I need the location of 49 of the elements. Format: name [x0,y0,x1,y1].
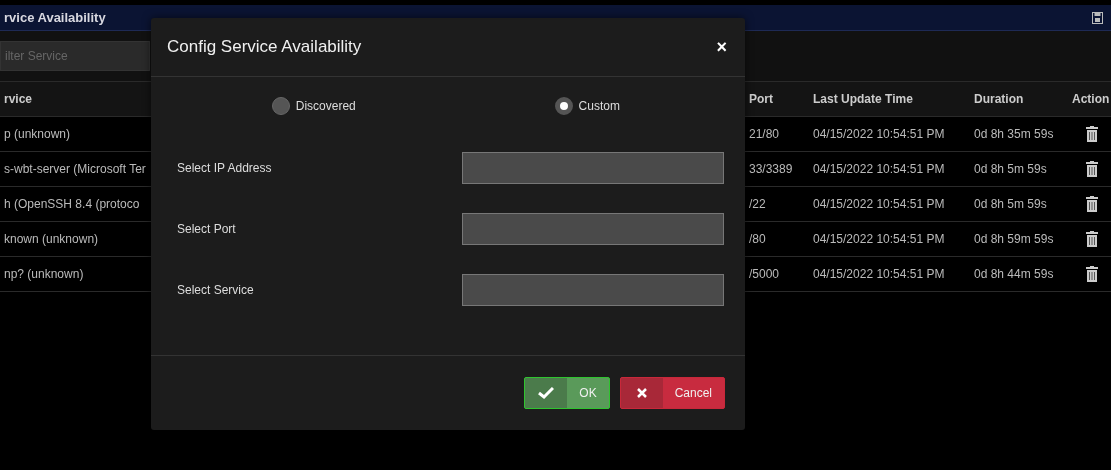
table-cell: h (OpenSSH 8.4 (protoco [4,197,140,211]
table-cell: 04/15/2022 10:54:51 PM [813,127,945,141]
column-header: Port [745,81,809,117]
field-label: Select IP Address [177,160,272,175]
trash-icon[interactable] [1086,266,1098,282]
table-cell: 0d 8h 35m 59s [974,127,1054,141]
column-header: Duration [970,81,1068,117]
radio-label: Custom [578,99,620,113]
table-cell: 04/15/2022 10:54:51 PM [813,162,945,176]
table-cell: known (unknown) [4,232,99,246]
table-cell: 04/15/2022 10:54:51 PM [813,232,945,246]
table-cell: 21/80 [749,127,780,141]
close-button[interactable]: × [714,36,729,58]
trash-icon[interactable] [1086,196,1098,212]
table-cell: 04/15/2022 10:54:51 PM [813,197,945,211]
trash-icon[interactable] [1086,161,1098,177]
table-cell: 0d 8h 44m 59s [974,267,1054,281]
table-cell: /5000 [749,267,780,281]
table-cell: np? (unknown) [4,267,84,281]
radio-button[interactable] [554,97,573,115]
table-cell: s-wbt-server (Microsoft Ter [4,162,146,176]
trash-icon[interactable] [1086,126,1098,142]
column-header: Last Update Time [809,81,970,117]
radio-button[interactable] [271,97,290,115]
check-icon [538,387,555,399]
table-cell: 0d 8h 59m 59s [974,232,1054,246]
table-cell: 0d 8h 5m 59s [974,162,1047,176]
save-icon[interactable] [1092,11,1103,24]
table-cell: 33/3389 [749,162,793,176]
field-label: Select Port [177,221,236,236]
table-cell: /22 [749,197,766,211]
table-cell: p (unknown) [4,127,71,141]
input-field[interactable] [462,151,724,184]
input-field[interactable] [462,273,724,306]
ok-button[interactable]: OK [524,377,610,409]
cancel-button[interactable]: Cancel [619,377,725,409]
table-cell: /80 [749,232,766,246]
column-header: rvice [0,81,151,117]
trash-icon[interactable] [1086,231,1098,247]
dialog-title: Config Service Availability [167,37,362,57]
column-header: Action [1068,81,1111,117]
filter-field[interactable]: ilter Service [0,41,150,71]
field-label: Select Service [177,282,254,297]
close-icon [636,388,647,398]
page-title: rvice Availability [4,10,106,25]
radio-label: Discovered [295,99,356,113]
table-cell: 04/15/2022 10:54:51 PM [813,267,945,281]
input-field[interactable] [462,212,724,245]
table-cell: 0d 8h 5m 59s [974,197,1047,211]
